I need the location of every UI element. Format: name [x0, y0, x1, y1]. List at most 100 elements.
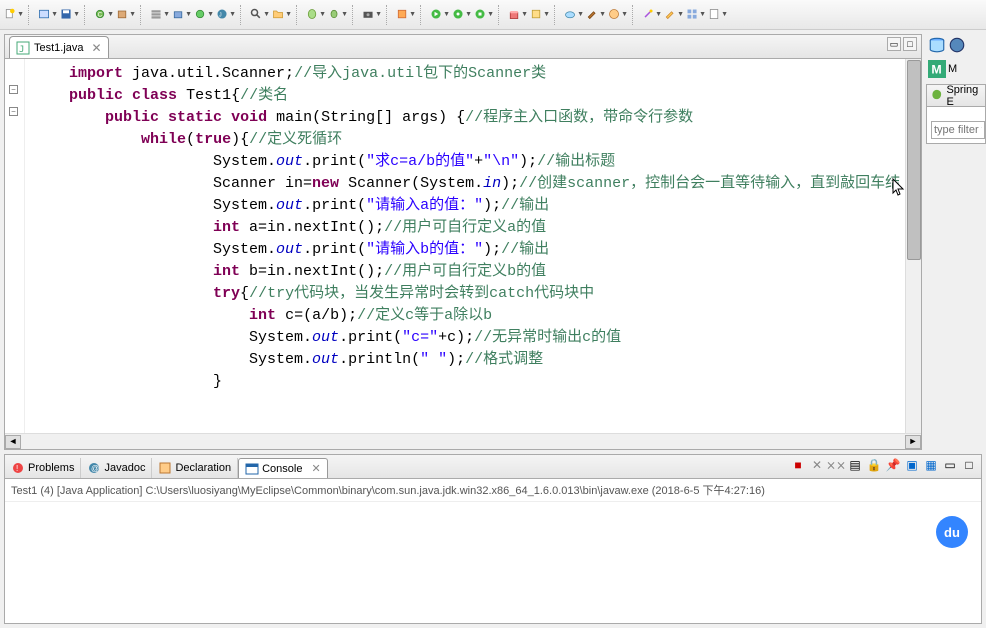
run-icon[interactable]: ▼ — [430, 5, 450, 25]
open-console-icon[interactable]: ▦ — [923, 457, 939, 473]
spring-explorer-tab[interactable]: Spring E — [927, 85, 985, 107]
toolbar-separator — [420, 5, 426, 25]
brush-icon[interactable]: ▼ — [586, 5, 606, 25]
camera-icon[interactable]: ▼ — [362, 5, 382, 25]
declaration-icon — [158, 461, 172, 475]
tab-declaration[interactable]: Declaration — [152, 458, 238, 478]
new-icon[interactable]: ▼ — [4, 5, 24, 25]
open-type-icon[interactable]: ▼ — [38, 5, 58, 25]
search-icon[interactable]: ▼ — [250, 5, 270, 25]
tab-label: Problems — [28, 462, 74, 474]
tab-label: Javadoc — [104, 462, 145, 474]
console-info: Test1 (4) [Java Application] C:\Users\lu… — [5, 479, 981, 502]
save-icon[interactable]: ▼ — [60, 5, 80, 25]
toolbar-separator — [352, 5, 358, 25]
new-package-icon[interactable]: ▼ — [116, 5, 136, 25]
new-class-icon[interactable]: C▼ — [94, 5, 114, 25]
doc-icon[interactable]: ▼ — [708, 5, 728, 25]
toolbar-separator — [632, 5, 638, 25]
javadoc-icon: @ — [87, 461, 101, 475]
tab-label: Declaration — [175, 462, 231, 474]
toolbar-separator — [28, 5, 34, 25]
scroll-left-icon[interactable]: ◄ — [5, 435, 21, 449]
maximize-view-icon[interactable]: □ — [961, 457, 977, 473]
toolbar-separator — [386, 5, 392, 25]
minimize-icon[interactable]: ▭ — [887, 37, 901, 51]
grid-icon[interactable]: ▼ — [686, 5, 706, 25]
tab-test1-java[interactable]: J Test1.java ✕ — [9, 36, 109, 58]
gift-icon[interactable]: ▼ — [508, 5, 528, 25]
scroll-thumb[interactable] — [907, 60, 921, 260]
display-selected-icon[interactable]: ▣ — [904, 457, 920, 473]
baidu-label: du — [944, 525, 960, 540]
svg-text:J: J — [219, 13, 222, 19]
jsp-icon[interactable]: J▼ — [216, 5, 236, 25]
bean-icon[interactable]: ▼ — [328, 5, 348, 25]
minimize-view-icon[interactable]: ▭ — [942, 457, 958, 473]
remove-launch-icon[interactable]: ✕ — [809, 457, 825, 473]
toolbar-separator — [498, 5, 504, 25]
tab-javadoc[interactable]: @ Javadoc — [81, 458, 152, 478]
vertical-scrollbar[interactable] — [905, 59, 921, 433]
main-toolbar: ▼▼▼C▼▼▼▼▼J▼▼▼▼▼▼▼▼▼▼▼▼▼▼▼▼▼▼▼ — [0, 0, 986, 30]
svg-text:@: @ — [91, 464, 99, 473]
close-icon[interactable]: ✕ — [92, 41, 102, 55]
tab-label: Console — [262, 463, 302, 475]
main-area: J Test1.java ✕ ▭ □ − − import java.util.… — [0, 30, 986, 450]
new-bean-icon[interactable]: ▼ — [306, 5, 326, 25]
stop-icon[interactable]: ■ — [790, 457, 806, 473]
editor-tab-bar: J Test1.java ✕ ▭ □ — [5, 35, 921, 59]
svg-text:C: C — [98, 13, 103, 19]
servers-icon[interactable]: ▼ — [150, 5, 170, 25]
clear-console-icon[interactable]: ▤ — [847, 457, 863, 473]
spring-label: Spring E — [946, 84, 981, 108]
console-toolbar: ■ ✕ ⨯⨯ ▤ 🔒 📌 ▣ ▦ ▭ □ — [790, 457, 977, 473]
pin-console-icon[interactable]: 📌 — [885, 457, 901, 473]
fold-marker[interactable]: − — [9, 85, 18, 94]
svg-text:!: ! — [16, 464, 18, 473]
toolbar-separator — [554, 5, 560, 25]
wand-icon[interactable]: ▼ — [642, 5, 662, 25]
pencil-icon[interactable]: ▼ — [664, 5, 684, 25]
tab-controls: ▭ □ — [887, 37, 917, 51]
debug-icon[interactable]: ▼ — [452, 5, 472, 25]
tab-problems[interactable]: ! Problems — [5, 458, 81, 478]
myeclipse-icon[interactable] — [948, 36, 966, 54]
toolbar-separator — [240, 5, 246, 25]
toolbar-separator — [140, 5, 146, 25]
palette-icon[interactable]: ▼ — [608, 5, 628, 25]
scroll-right-icon[interactable]: ► — [905, 435, 921, 449]
editor-pane: J Test1.java ✕ ▭ □ − − import java.util.… — [4, 34, 922, 450]
svg-text:J: J — [19, 45, 24, 55]
remove-all-icon[interactable]: ⨯⨯ — [828, 457, 844, 473]
tab-console[interactable]: Console ✕ — [238, 458, 328, 478]
code-area[interactable]: − − import java.util.Scanner;//导入java.ut… — [5, 59, 921, 433]
scroll-lock-icon[interactable]: 🔒 — [866, 457, 882, 473]
external-icon[interactable]: ▼ — [474, 5, 494, 25]
db-icon[interactable] — [928, 36, 946, 54]
horizontal-scrollbar[interactable]: ◄ ► — [5, 433, 921, 449]
spring-leaf-icon — [931, 89, 942, 103]
m-icon[interactable]: M — [928, 60, 946, 78]
code-text[interactable]: import java.util.Scanner;//导入java.util包下… — [25, 59, 905, 433]
deploy-icon[interactable]: ▼ — [172, 5, 192, 25]
close-icon[interactable]: ✕ — [311, 462, 320, 475]
tab-label: Test1.java — [34, 42, 84, 54]
cloud-icon[interactable]: ▼ — [564, 5, 584, 25]
problems-icon: ! — [11, 461, 25, 475]
bottom-pane: ! Problems @ Javadoc Declaration Console ✕ ■ ✕… — [4, 454, 982, 624]
fold-marker[interactable]: − — [9, 107, 18, 116]
baidu-button[interactable]: du — [936, 516, 968, 548]
folder-icon[interactable]: ▼ — [272, 5, 292, 25]
gutter[interactable]: − − — [5, 59, 25, 433]
console-body[interactable] — [5, 502, 981, 623]
m-label: M — [948, 63, 957, 75]
java-file-icon: J — [16, 41, 30, 55]
task-icon[interactable]: ▼ — [530, 5, 550, 25]
scroll-track[interactable] — [21, 435, 905, 449]
maximize-icon[interactable]: □ — [903, 37, 917, 51]
console-icon — [245, 462, 259, 476]
paint-icon[interactable]: ▼ — [396, 5, 416, 25]
publish-icon[interactable]: ▼ — [194, 5, 214, 25]
filter-input[interactable] — [931, 121, 985, 139]
